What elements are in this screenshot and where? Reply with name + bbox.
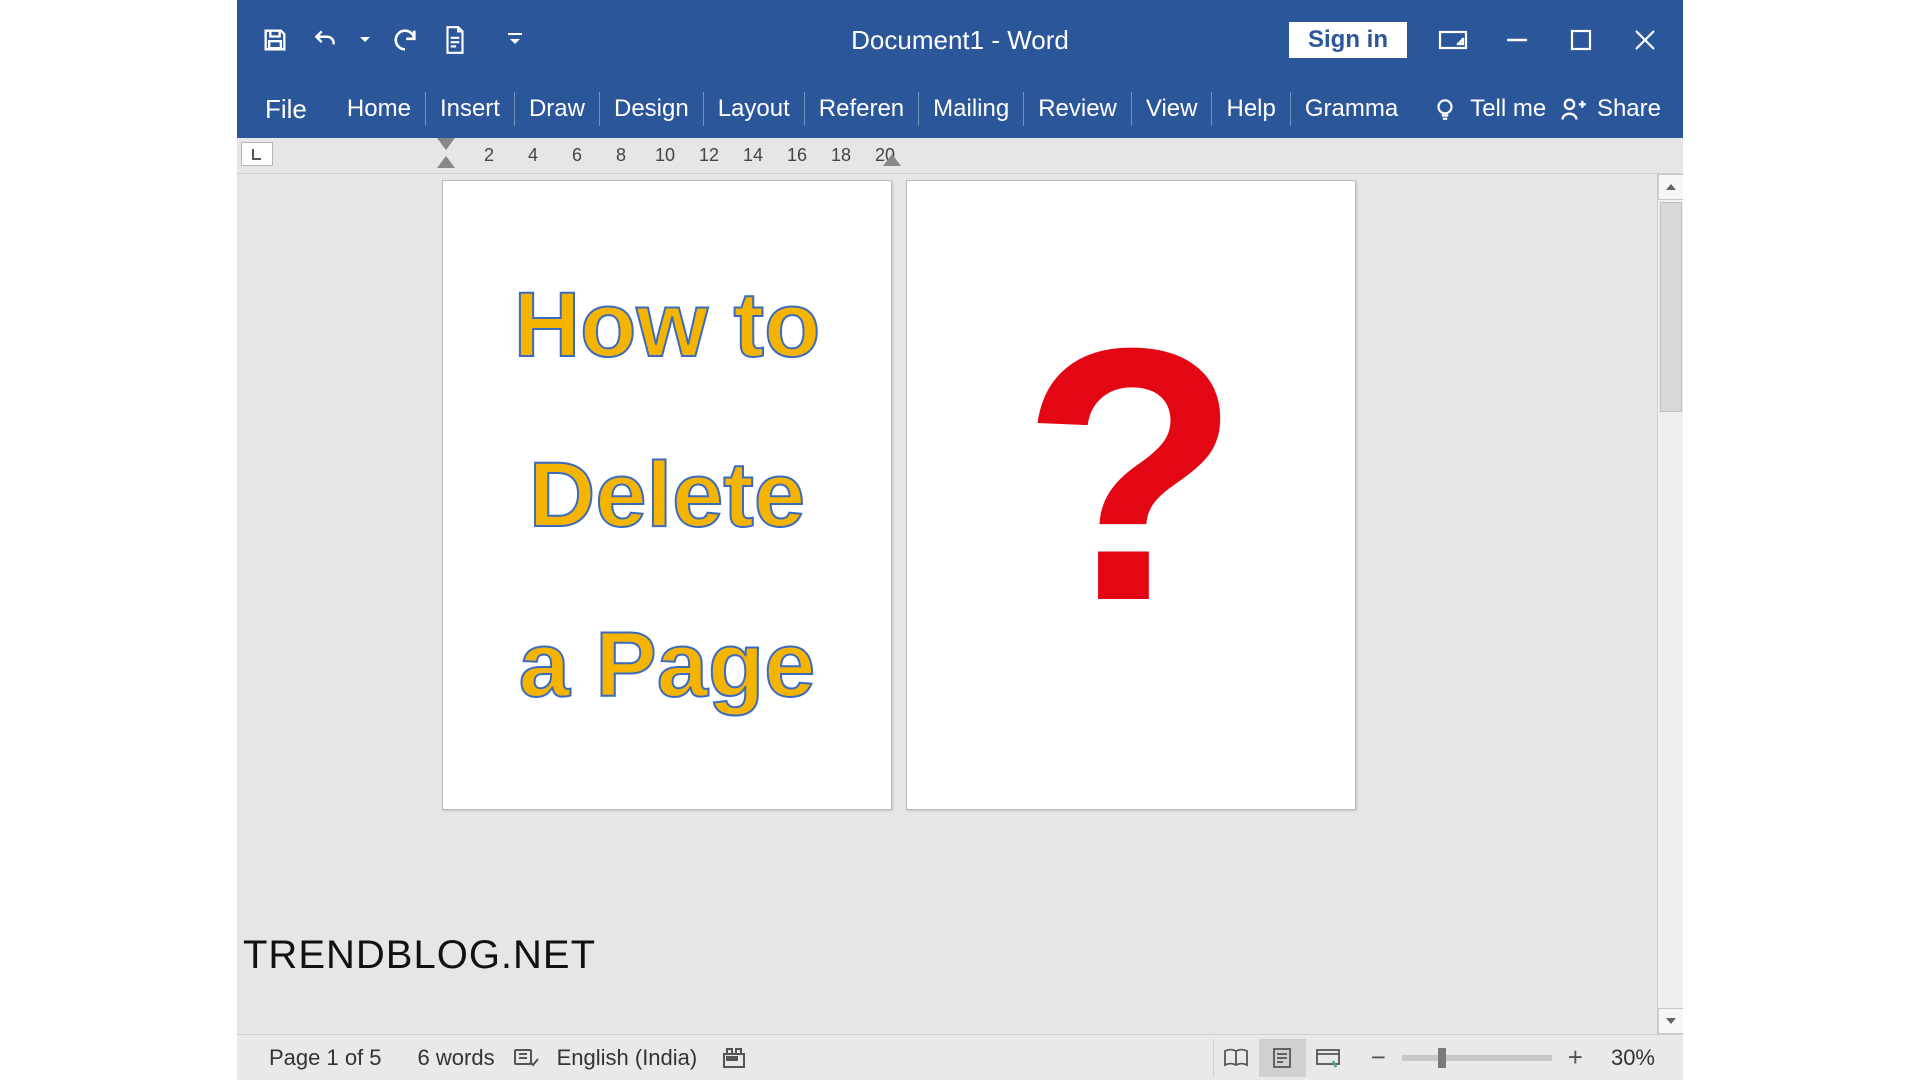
page1-line2: Delete xyxy=(463,410,871,580)
ruler-tick: 12 xyxy=(687,145,731,166)
page-2[interactable]: ? xyxy=(906,180,1356,810)
tab-insert[interactable]: Insert xyxy=(426,88,514,130)
print-layout-button[interactable] xyxy=(1259,1039,1305,1077)
lightbulb-icon xyxy=(1432,96,1458,122)
ribbon-tabs: File Home Insert Draw Design Layout Refe… xyxy=(237,80,1683,138)
zoom-slider-thumb[interactable] xyxy=(1438,1048,1446,1068)
tab-review[interactable]: Review xyxy=(1024,88,1131,130)
undo-dropdown-icon[interactable] xyxy=(359,24,371,56)
web-layout-button[interactable] xyxy=(1305,1039,1351,1077)
zoom-out-button[interactable]: − xyxy=(1365,1042,1392,1073)
redo-icon[interactable] xyxy=(389,24,421,56)
minimize-icon[interactable] xyxy=(1499,22,1535,58)
ruler-tick: 18 xyxy=(819,145,863,166)
close-icon[interactable] xyxy=(1627,22,1663,58)
tab-mailings[interactable]: Mailing xyxy=(919,88,1023,130)
document-icon[interactable] xyxy=(439,24,471,56)
right-indent-marker[interactable] xyxy=(883,154,901,166)
undo-icon[interactable] xyxy=(309,24,341,56)
ruler-tick: 14 xyxy=(731,145,775,166)
ruler-tick: 4 xyxy=(511,145,555,166)
vertical-scrollbar[interactable] xyxy=(1657,174,1683,1034)
title-bar: Document1 - Word Sign in xyxy=(237,0,1683,80)
share-label: Share xyxy=(1597,95,1661,123)
page-1[interactable]: How to Delete a Page xyxy=(442,180,892,810)
status-language[interactable]: English (India) xyxy=(539,1045,716,1071)
scroll-up-arrow-icon[interactable] xyxy=(1658,174,1683,200)
ruler-tick: 6 xyxy=(555,145,599,166)
page2-question-mark[interactable]: ? xyxy=(1021,295,1241,655)
page1-line3: a Page xyxy=(463,580,871,750)
macro-recording-icon[interactable] xyxy=(721,1045,747,1071)
ruler-area: 2 4 6 8 10 12 14 16 18 20 xyxy=(237,138,1683,174)
tell-me-label: Tell me xyxy=(1470,95,1546,123)
share-button[interactable]: Share xyxy=(1559,95,1683,123)
quick-access-toolbar xyxy=(237,24,531,56)
zoom-slider[interactable] xyxy=(1402,1055,1552,1061)
tab-references[interactable]: Referen xyxy=(805,88,918,130)
first-line-indent-marker[interactable] xyxy=(437,138,455,150)
zoom-in-button[interactable]: + xyxy=(1562,1042,1589,1073)
save-icon[interactable] xyxy=(259,24,291,56)
sign-in-button[interactable]: Sign in xyxy=(1289,22,1407,58)
tab-design[interactable]: Design xyxy=(600,88,703,130)
ruler-tick: 8 xyxy=(599,145,643,166)
horizontal-ruler[interactable]: 2 4 6 8 10 12 14 16 18 20 xyxy=(437,140,907,170)
read-mode-button[interactable] xyxy=(1213,1039,1259,1077)
maximize-icon[interactable] xyxy=(1563,22,1599,58)
ribbon-display-options-icon[interactable] xyxy=(1435,22,1471,58)
zoom-controls: − + 30% xyxy=(1351,1042,1669,1073)
scrollbar-thumb[interactable] xyxy=(1660,202,1682,412)
tab-layout[interactable]: Layout xyxy=(704,88,804,130)
tab-file[interactable]: File xyxy=(247,88,333,130)
page1-line1: How to xyxy=(463,240,871,410)
page1-wordart[interactable]: How to Delete a Page xyxy=(443,240,891,751)
scroll-down-arrow-icon[interactable] xyxy=(1658,1008,1683,1034)
zoom-percentage[interactable]: 30% xyxy=(1599,1045,1655,1071)
tell-me-search[interactable]: Tell me xyxy=(1412,95,1546,123)
status-word-count[interactable]: 6 words xyxy=(400,1045,513,1071)
spellcheck-icon[interactable] xyxy=(513,1045,539,1071)
watermark-text: TRENDBLOG.NET xyxy=(237,933,596,978)
tab-draw[interactable]: Draw xyxy=(515,88,599,130)
ruler-tick: 16 xyxy=(775,145,819,166)
ruler-tick: 10 xyxy=(643,145,687,166)
hanging-indent-marker[interactable] xyxy=(437,156,455,168)
tab-help[interactable]: Help xyxy=(1212,88,1289,130)
status-bar: Page 1 of 5 6 words English (India) xyxy=(237,1034,1683,1080)
ruler-tick: 2 xyxy=(467,145,511,166)
tab-grammar[interactable]: Gramma xyxy=(1291,88,1412,130)
status-page-number[interactable]: Page 1 of 5 xyxy=(251,1045,400,1071)
tab-view[interactable]: View xyxy=(1132,88,1212,130)
share-icon xyxy=(1559,95,1587,123)
document-area: How to Delete a Page ? TRENDBLOG.NET xyxy=(237,174,1683,1034)
tab-selector[interactable] xyxy=(241,142,273,166)
tab-home[interactable]: Home xyxy=(333,88,425,130)
qat-customize-icon[interactable] xyxy=(499,24,531,56)
